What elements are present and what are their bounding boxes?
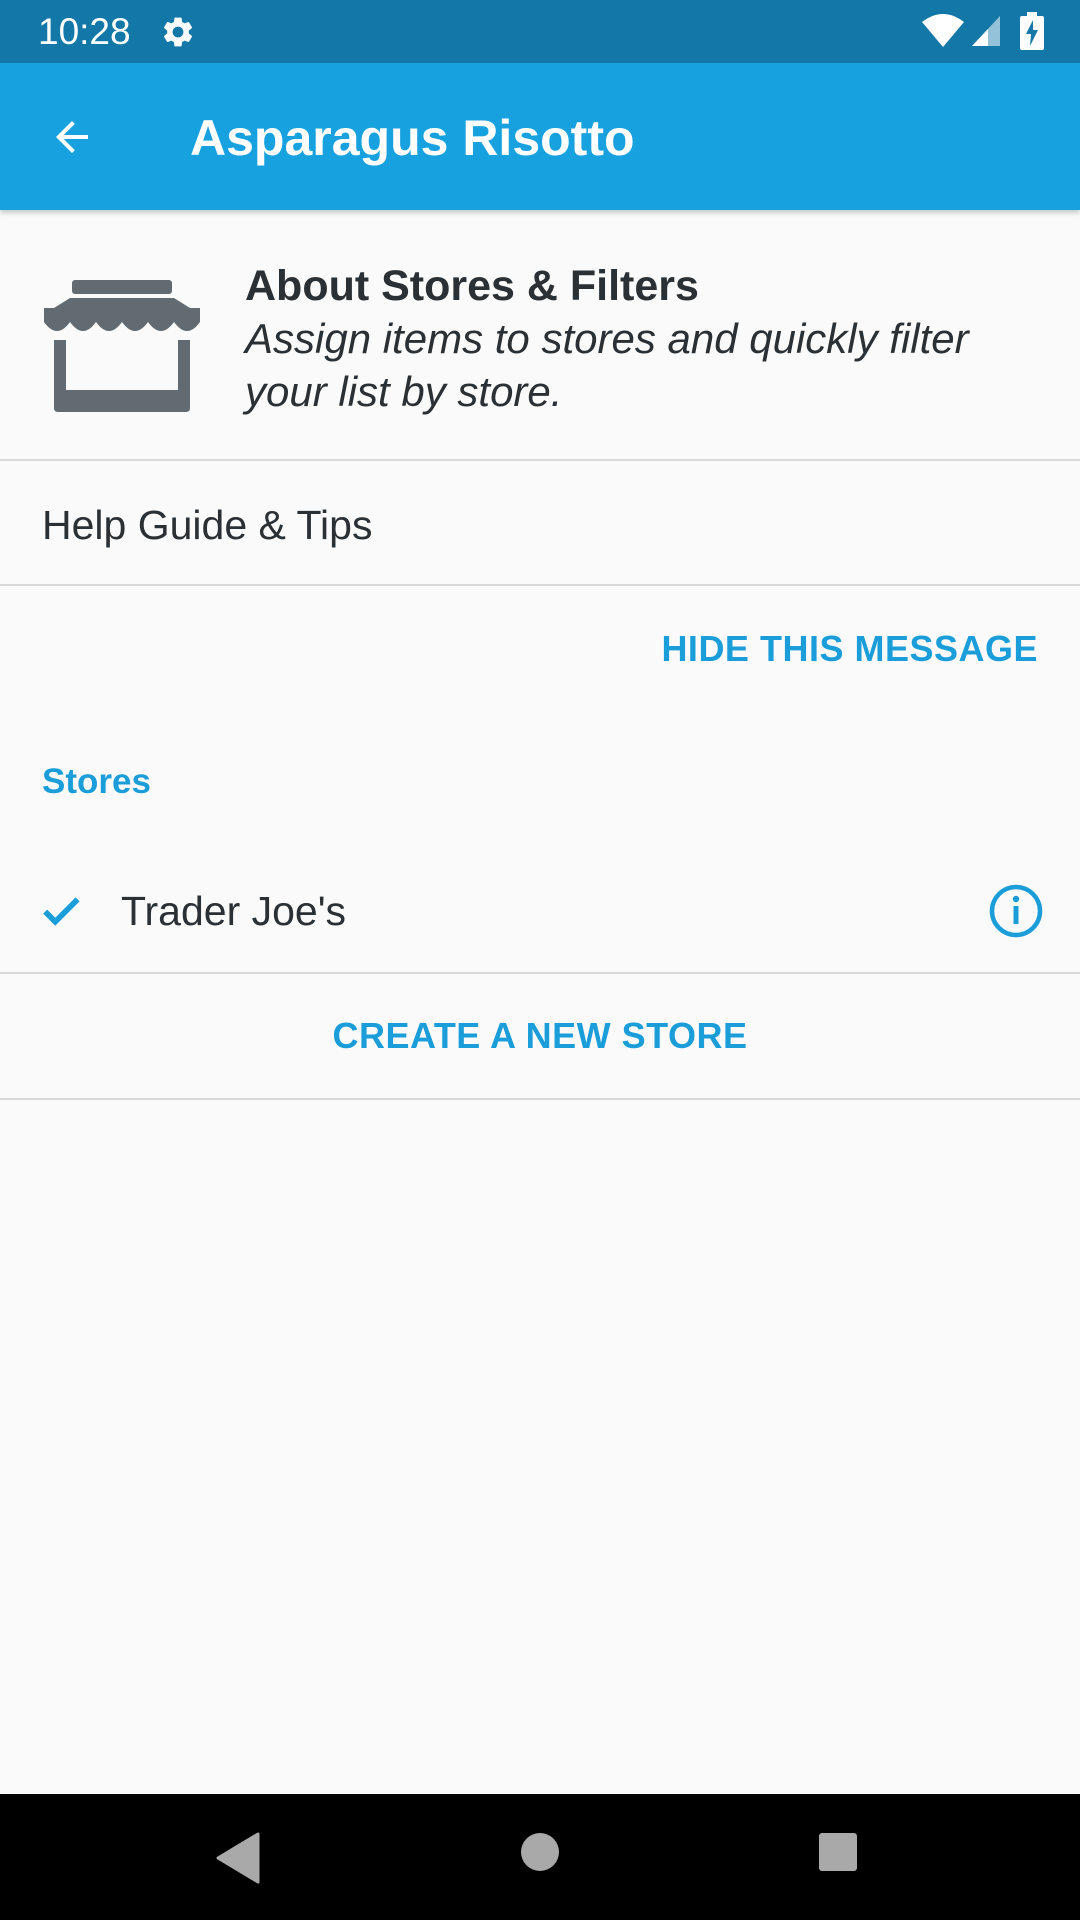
nav-recents-icon[interactable] (818, 1832, 858, 1872)
nav-back-icon[interactable] (214, 1832, 262, 1884)
status-time: 10:28 (38, 11, 131, 52)
status-bar: 10:28 (0, 0, 1080, 63)
info-description: Assign items to stores and quickly filte… (245, 315, 969, 415)
hide-message-button[interactable]: HIDE THIS MESSAGE (661, 625, 1038, 673)
arrow-left-icon (56, 121, 88, 153)
store-name: Trader Joe's (121, 888, 347, 934)
store-list-item[interactable]: Trader Joe's (0, 850, 1080, 974)
help-guide-label: Help Guide & Tips (42, 502, 373, 548)
checkmark-icon[interactable] (38, 888, 84, 934)
back-button[interactable] (30, 101, 114, 173)
page-title: Asparagus Risotto (190, 110, 635, 166)
system-nav-bar (0, 1794, 1080, 1920)
about-stores-card: About Stores & Filters Assign items to s… (0, 210, 1080, 461)
create-new-store-button[interactable]: CREATE A NEW STORE (0, 1012, 1080, 1060)
info-title: About Stores & Filters (245, 262, 699, 310)
info-circle-icon[interactable] (988, 883, 1044, 939)
stores-section-header: Stores (42, 762, 151, 801)
battery-charging-icon (1020, 12, 1044, 50)
gear-icon (163, 17, 193, 47)
help-guide-row[interactable]: Help Guide & Tips (0, 461, 1080, 586)
nav-home-icon[interactable] (520, 1832, 560, 1872)
wifi-icon (922, 14, 964, 47)
cell-signal-icon (972, 16, 1000, 46)
app-bar: Asparagus Risotto (0, 63, 1080, 210)
create-store-row: CREATE A NEW STORE (0, 974, 1080, 1100)
storefront-icon (44, 280, 200, 412)
